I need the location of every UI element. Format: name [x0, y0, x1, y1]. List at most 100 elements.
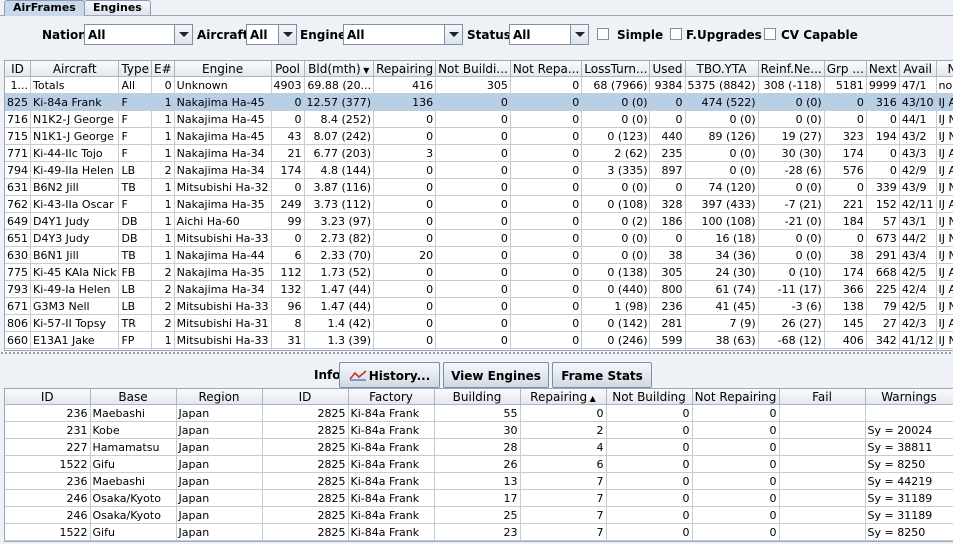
tab-engines[interactable]: Engines	[84, 0, 151, 15]
table-cell: 236	[5, 404, 91, 422]
tab-airframes[interactable]: AirFrames	[4, 0, 85, 16]
column-header-nat-17[interactable]: Nat	[936, 61, 953, 77]
table-cell: 0 (2)	[581, 212, 651, 230]
fupgrades-checkbox[interactable]	[670, 28, 682, 40]
column-header-next-15[interactable]: Next	[866, 61, 900, 77]
nation-select[interactable]: All	[84, 24, 193, 45]
table-cell: 246	[5, 489, 91, 507]
table-row[interactable]: 631 B6N2 Jill TB 1 Mitsubishi Ha-32 0 3.87 (11…	[5, 178, 953, 196]
column-header-reinf-ne-13[interactable]: Reinf.Ne...	[758, 61, 825, 77]
table-cell: 0 (0)	[758, 93, 825, 111]
table-cell: 235	[649, 144, 686, 162]
column-header-not-building-7[interactable]: Not Building	[606, 389, 693, 405]
table-row[interactable]: 775 Ki-45 KAIa Nick FB 2 Nakajima Ha-35 112 1.…	[5, 263, 953, 281]
column-header-warnings-10[interactable]: Warnings	[865, 389, 953, 405]
column-header-type-2[interactable]: Type	[118, 61, 153, 77]
table-cell: 30	[434, 421, 521, 439]
table-row[interactable]: 246 Osaka/Kyoto Japan 2825 Ki-84a Frank 17 7 0 0…	[5, 489, 953, 507]
table-row[interactable]: 715 N1K1-J George F 1 Nakajima Ha-45 43 8.07 (…	[5, 127, 953, 145]
table-cell: 20	[373, 246, 437, 264]
table-row[interactable]: 236 Maebashi Japan 2825 Ki-84a Frank 13 7 0 0 Sy …	[5, 472, 953, 490]
table-cell: 806	[5, 314, 31, 332]
table-cell: 3.87 (116)	[304, 178, 375, 196]
table-cell: 174	[824, 263, 867, 281]
column-header-pool-5[interactable]: Pool	[271, 61, 305, 77]
table-row[interactable]: 649 D4Y1 Judy DB 1 Aichi Ha-60 99 3.23 (97) 0 0 0…	[5, 212, 953, 230]
splitter-handle[interactable]	[0, 351, 953, 356]
table-cell: Ki-84a Frank	[348, 438, 435, 456]
engine-select[interactable]: All	[343, 24, 463, 45]
table-row[interactable]: 660 E13A1 Jake FP 1 Mitsubishi Ha-33 31 1.3 (3…	[5, 331, 953, 349]
table-cell: 24 (30)	[685, 263, 759, 281]
table-row[interactable]: 793 Ki-49-Ia Helen LB 2 Nakajima Ha-34 132 1.4…	[5, 280, 953, 298]
column-header-id-0[interactable]: ID	[5, 61, 31, 77]
table-cell: 0	[510, 161, 583, 179]
table-cell: FP	[118, 331, 153, 349]
table-row[interactable]: 227 Hamamatsu Japan 2825 Ki-84a Frank 28 4 0 0 Sy…	[5, 438, 953, 456]
table-row[interactable]: 671 G3M3 Nell LB 2 Mitsubishi Ha-33 96 1.47 (4…	[5, 297, 953, 315]
column-header-engine-4[interactable]: Engine	[174, 61, 272, 77]
column-header-not-repa-9[interactable]: Not Repa...	[510, 61, 583, 77]
column-header-grp-14[interactable]: Grp ...	[824, 61, 867, 77]
column-header-bld-mth-6[interactable]: Bld(mth) ▼	[304, 61, 375, 77]
table-cell: Japan	[176, 506, 263, 524]
frame-stats-button[interactable]: Frame Stats	[552, 362, 652, 388]
column-header-repairing-6[interactable]: Repairing ▲	[520, 389, 607, 405]
column-header-base-1[interactable]: Base	[90, 389, 177, 405]
column-header-factory-4[interactable]: Factory	[348, 389, 435, 405]
status-select[interactable]: All	[509, 24, 589, 45]
column-header-building-5[interactable]: Building	[434, 389, 521, 405]
column-header-fail-9[interactable]: Fail	[779, 389, 866, 405]
table-row[interactable]: 716 N1K2-J George F 1 Nakajima Ha-45 0 8.4 (25…	[5, 110, 953, 128]
table-cell: 0	[510, 297, 583, 315]
table-row[interactable]: 1522 Gifu Japan 2825 Ki-84a Frank 26 6 0 0 Sy = 8…	[5, 455, 953, 473]
table-row[interactable]: 246 Osaka/Kyoto Japan 2825 Ki-84a Frank 25 7 0 0…	[5, 506, 953, 524]
column-header-lossturn-10[interactable]: LossTurn...	[581, 61, 651, 77]
table-row[interactable]: 651 D4Y3 Judy DB 1 Mitsubishi Ha-33 0 2.73 (82…	[5, 229, 953, 247]
aircraft-select[interactable]: All	[246, 24, 297, 45]
column-header-id-3[interactable]: ID	[262, 389, 349, 405]
table-cell: 0	[435, 263, 511, 281]
table-cell: 0 (246)	[581, 331, 651, 349]
table-cell	[779, 404, 866, 422]
column-header-used-11[interactable]: Used	[649, 61, 686, 77]
table-row[interactable]: 231 Kobe Japan 2825 Ki-84a Frank 30 2 0 0 Sy = 20…	[5, 421, 953, 439]
table-cell: G3M3 Nell	[30, 297, 120, 315]
table-cell: 0 (0)	[581, 178, 651, 196]
table-cell: Maebashi	[90, 472, 177, 490]
cv-capable-checkbox[interactable]	[764, 28, 776, 40]
column-header-avail-16[interactable]: Avail	[899, 61, 937, 77]
table-row[interactable]: 1... Totals All 0 Unknown 4903 69.88 (20... 416…	[5, 76, 953, 94]
column-header-not-repairing-8[interactable]: Not Repairing	[692, 389, 780, 405]
history-button[interactable]: History...	[339, 362, 440, 388]
column-header-id-0[interactable]: ID	[5, 389, 91, 405]
table-row[interactable]: 630 B6N1 Jill TB 1 Nakajima Ha-44 6 2.33 (70) 2…	[5, 246, 953, 264]
column-header-tbo-yta-12[interactable]: TBO.YTA	[685, 61, 759, 77]
column-header-e-3[interactable]: E#	[151, 61, 175, 77]
table-cell: Sy = 8250	[865, 455, 953, 473]
table-cell: 174	[824, 144, 867, 162]
column-header-aircraft-1[interactable]: Aircraft	[30, 61, 120, 77]
table-row[interactable]: 825 Ki-84a Frank F 1 Nakajima Ha-45 0 12.57 (3…	[5, 93, 953, 111]
table-row[interactable]: 1522 Gifu Japan 2825 Ki-84a Frank 23 7 0 0 Sy = 8…	[5, 523, 953, 541]
table-cell: Gifu	[90, 523, 177, 541]
column-header-not-buildi-8[interactable]: Not Buildi...	[435, 61, 511, 77]
table-row[interactable]: 771 Ki-44-IIc Tojo F 1 Nakajima Ha-34 21 6.77 …	[5, 144, 953, 162]
table-row[interactable]: 794 Ki-49-IIa Helen LB 2 Nakajima Ha-34 174 4.…	[5, 161, 953, 179]
table-cell: 0	[510, 93, 583, 111]
table-row[interactable]: 236 Maebashi Japan 2825 Ki-84a Frank 55 0 0 0	[5, 404, 953, 422]
simple-checkbox[interactable]	[597, 28, 609, 40]
column-header-repairing-7[interactable]: Repairing	[373, 61, 437, 77]
table-cell: 0	[606, 455, 693, 473]
table-cell: 0	[692, 472, 780, 490]
column-header-region-2[interactable]: Region	[176, 389, 263, 405]
table-row[interactable]: 806 Ki-57-II Topsy TR 2 Mitsubishi Ha-31 8 1.4…	[5, 314, 953, 332]
table-row[interactable]: 762 Ki-43-IIa Oscar F 1 Nakajima Ha-35 249 3.7…	[5, 195, 953, 213]
table-cell: 2	[151, 263, 175, 281]
table-cell: -7 (21)	[758, 195, 825, 213]
table-cell: 17	[434, 489, 521, 507]
nation-select-value: All	[88, 28, 106, 42]
table-cell: 2825	[262, 523, 349, 541]
table-cell: Mitsubishi Ha-31	[174, 314, 272, 332]
view-engines-button[interactable]: View Engines	[443, 362, 549, 388]
